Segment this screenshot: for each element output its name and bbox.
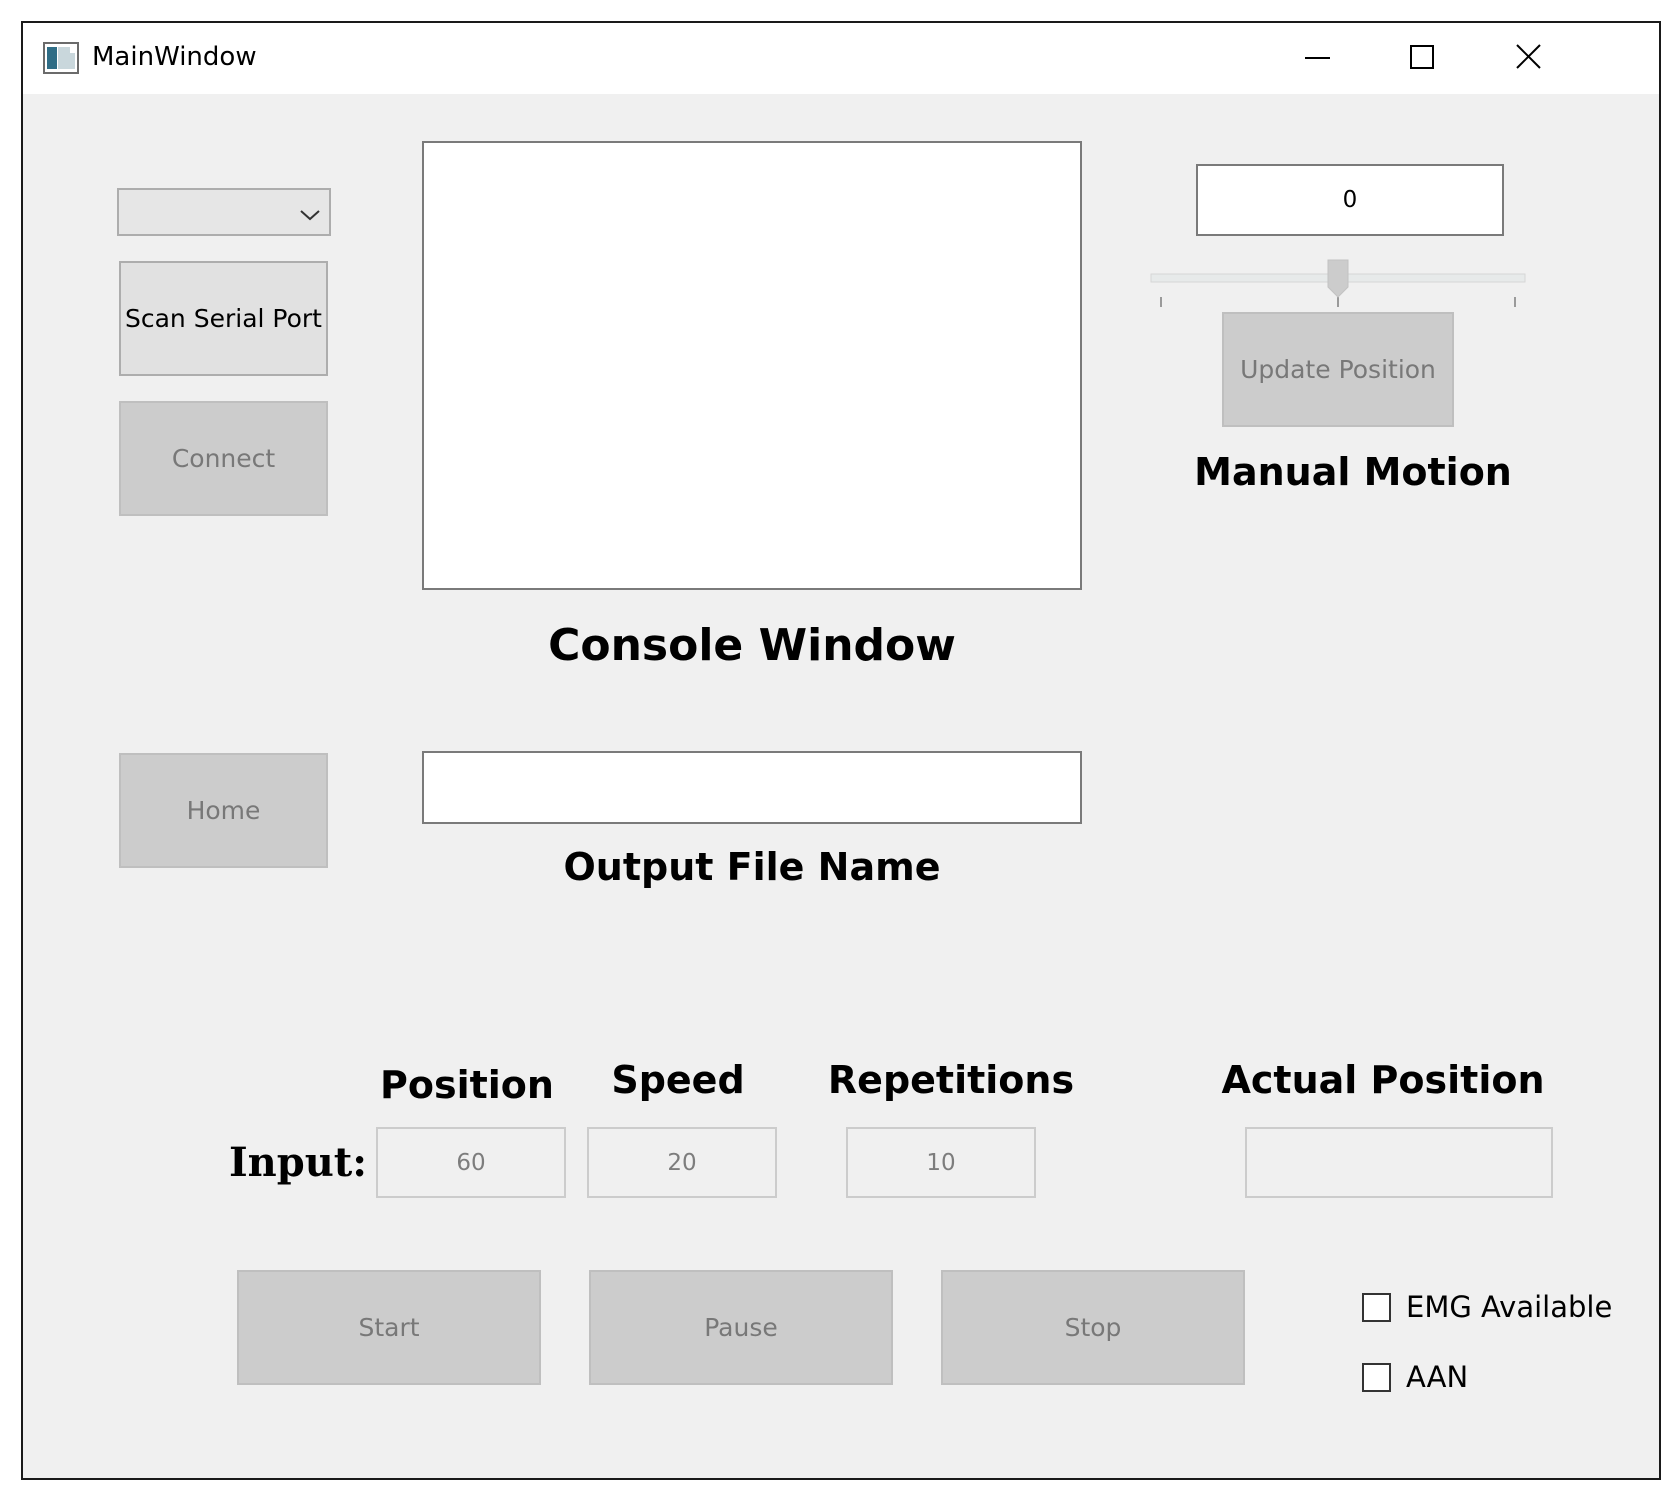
repetitions-input[interactable]: 10 <box>846 1127 1036 1198</box>
console-window[interactable] <box>422 141 1082 590</box>
main-window: MainWindow Scan Serial Port Connect Home <box>21 21 1661 1480</box>
app-window-icon <box>43 42 79 74</box>
position-header: Position <box>380 1063 554 1107</box>
maximize-button[interactable] <box>1370 23 1474 94</box>
home-button[interactable]: Home <box>119 753 328 868</box>
input-row-label: Input: <box>228 1139 368 1186</box>
emg-available-checkbox[interactable] <box>1362 1293 1391 1322</box>
console-window-label: Console Window <box>548 620 956 671</box>
pause-button[interactable]: Pause <box>589 1270 893 1385</box>
manual-motion-label: Manual Motion <box>1194 450 1512 494</box>
window-title: MainWindow <box>92 42 257 72</box>
output-file-name-label: Output File Name <box>563 845 941 889</box>
minimize-button[interactable] <box>1265 23 1369 94</box>
maximize-icon <box>1410 45 1434 69</box>
slider-thumb[interactable] <box>1327 259 1349 299</box>
start-button[interactable]: Start <box>237 1270 541 1385</box>
speed-input[interactable]: 20 <box>587 1127 777 1198</box>
scan-serial-port-button[interactable]: Scan Serial Port <box>119 261 328 376</box>
manual-position-input[interactable]: 0 <box>1196 164 1504 236</box>
actual-position-field <box>1245 1127 1553 1198</box>
aan-checkbox[interactable] <box>1362 1363 1391 1392</box>
close-icon <box>1516 44 1541 69</box>
close-button[interactable] <box>1477 23 1581 94</box>
stop-button[interactable]: Stop <box>941 1270 1245 1385</box>
position-input[interactable]: 60 <box>376 1127 566 1198</box>
actual-position-header: Actual Position <box>1221 1058 1545 1102</box>
repetitions-header: Repetitions <box>827 1058 1075 1102</box>
aan-label: AAN <box>1406 1360 1469 1394</box>
title-bar: MainWindow <box>23 23 1659 94</box>
minimize-icon <box>1305 57 1330 59</box>
manual-position-slider[interactable] <box>1149 255 1527 315</box>
update-position-button[interactable]: Update Position <box>1222 312 1454 427</box>
speed-header: Speed <box>611 1058 745 1102</box>
emg-available-label: EMG Available <box>1406 1290 1613 1324</box>
output-file-name-input[interactable] <box>422 751 1082 824</box>
chevron-down-icon <box>300 210 320 221</box>
serial-port-select[interactable] <box>117 188 331 236</box>
connect-button[interactable]: Connect <box>119 401 328 516</box>
